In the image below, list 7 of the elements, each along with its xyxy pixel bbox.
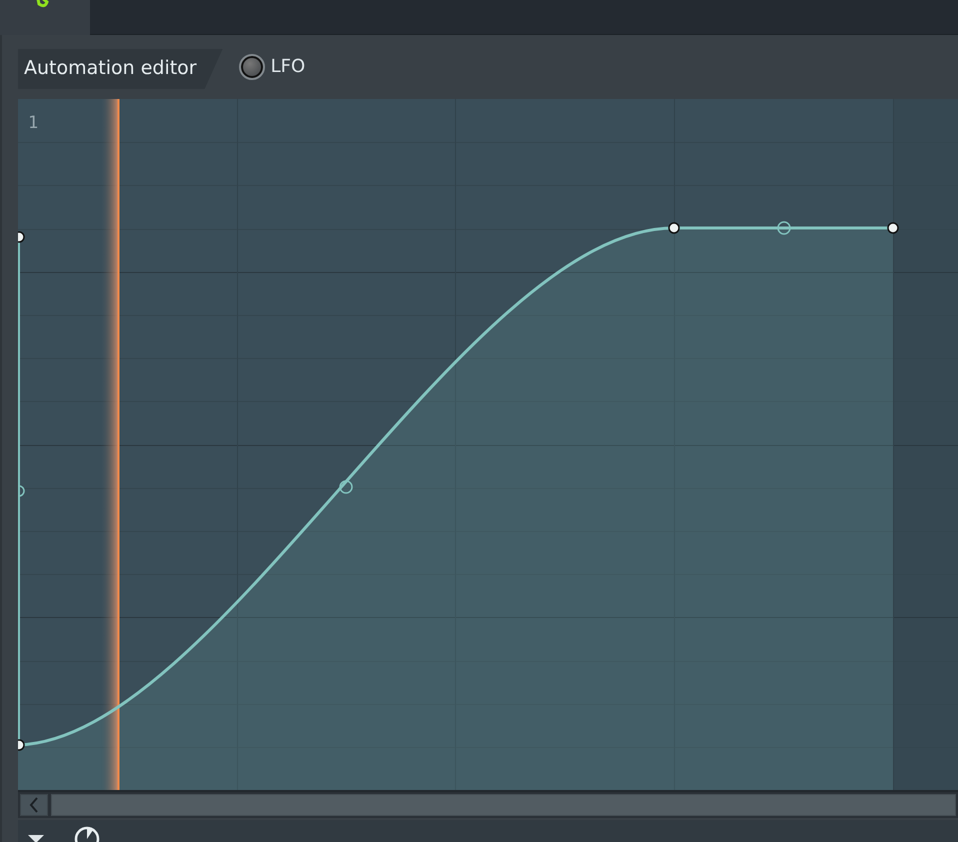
lfo-radio[interactable]: LFO	[238, 53, 306, 80]
dropdown-icon[interactable]	[28, 835, 44, 842]
knob-icon[interactable]	[74, 826, 100, 842]
chevron-left-icon	[29, 797, 39, 813]
scrollbar[interactable]	[51, 794, 956, 816]
bar-number: 1	[28, 112, 38, 135]
editor-tab[interactable]: Automation editor	[18, 49, 223, 89]
